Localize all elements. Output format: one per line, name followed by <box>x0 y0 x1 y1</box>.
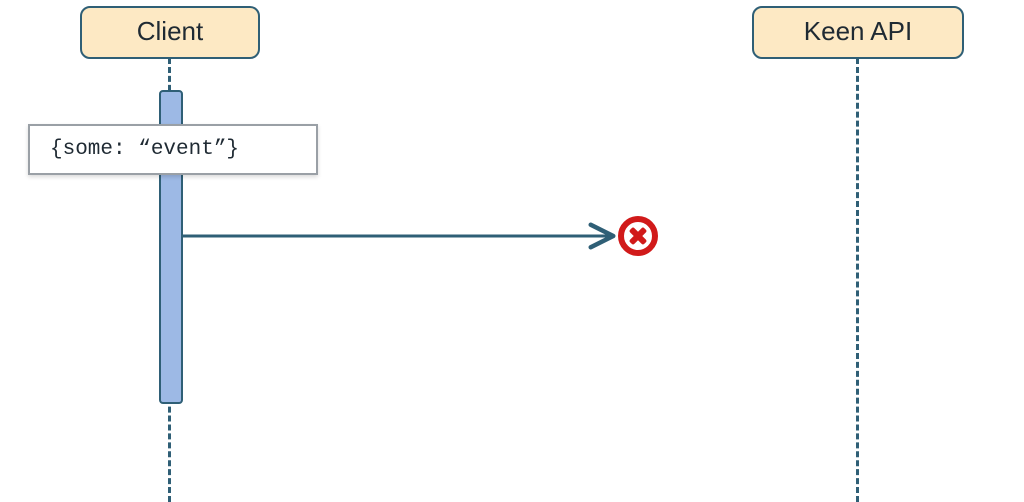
participant-client-label: Client <box>137 16 203 46</box>
error-icon <box>618 216 658 256</box>
lifeline-server <box>856 58 859 502</box>
participant-client: Client <box>80 6 260 59</box>
note-event-payload: {some: “event”} <box>28 124 318 175</box>
message-arrow-send-event <box>181 226 621 246</box>
sequence-diagram: Client Keen API {some: “event”} <box>0 0 1024 502</box>
participant-server-label: Keen API <box>804 16 912 46</box>
note-text: {some: “event”} <box>50 138 239 161</box>
participant-server: Keen API <box>752 6 964 59</box>
